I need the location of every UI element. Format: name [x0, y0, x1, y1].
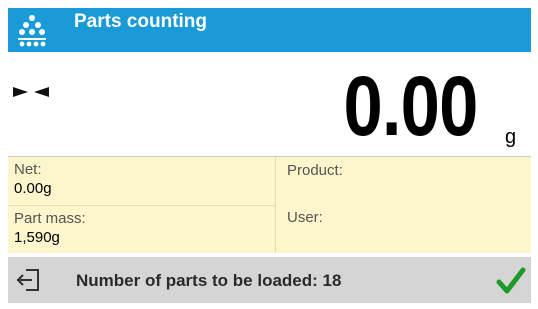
product-label: Product: [287, 162, 343, 179]
title-bar: Parts counting [8, 8, 531, 52]
user-label: User: [287, 209, 323, 226]
exit-icon[interactable] [16, 267, 42, 293]
weight-unit: g [505, 126, 517, 148]
page-title: Parts counting [74, 11, 208, 32]
product-field: Product: [287, 162, 343, 181]
net-value: 0.00g [14, 180, 52, 197]
stable-indicator-icon [13, 87, 49, 97]
info-panel: Net: 0.00g Part mass: 1,590g Product: Us… [8, 157, 531, 253]
checkmark-icon[interactable] [496, 266, 526, 296]
status-bar: Number of parts to be loaded: 18 [8, 257, 531, 303]
parts-to-load-message: Number of parts to be loaded: 18 [76, 271, 342, 290]
part-mass-value: 1,590g [14, 229, 60, 246]
net-label: Net: [14, 161, 42, 178]
user-field: User: [287, 209, 323, 228]
part-mass-label: Part mass: [14, 210, 86, 227]
parts-pile-icon [18, 15, 46, 47]
weight-display: 0.00 g [8, 52, 531, 157]
net-field: Net: 0.00g [14, 161, 52, 198]
row-divider [8, 205, 275, 206]
column-divider [275, 157, 276, 253]
part-mass-field: Part mass: 1,590g [14, 210, 86, 247]
weight-value: 0.00 [343, 59, 478, 153]
